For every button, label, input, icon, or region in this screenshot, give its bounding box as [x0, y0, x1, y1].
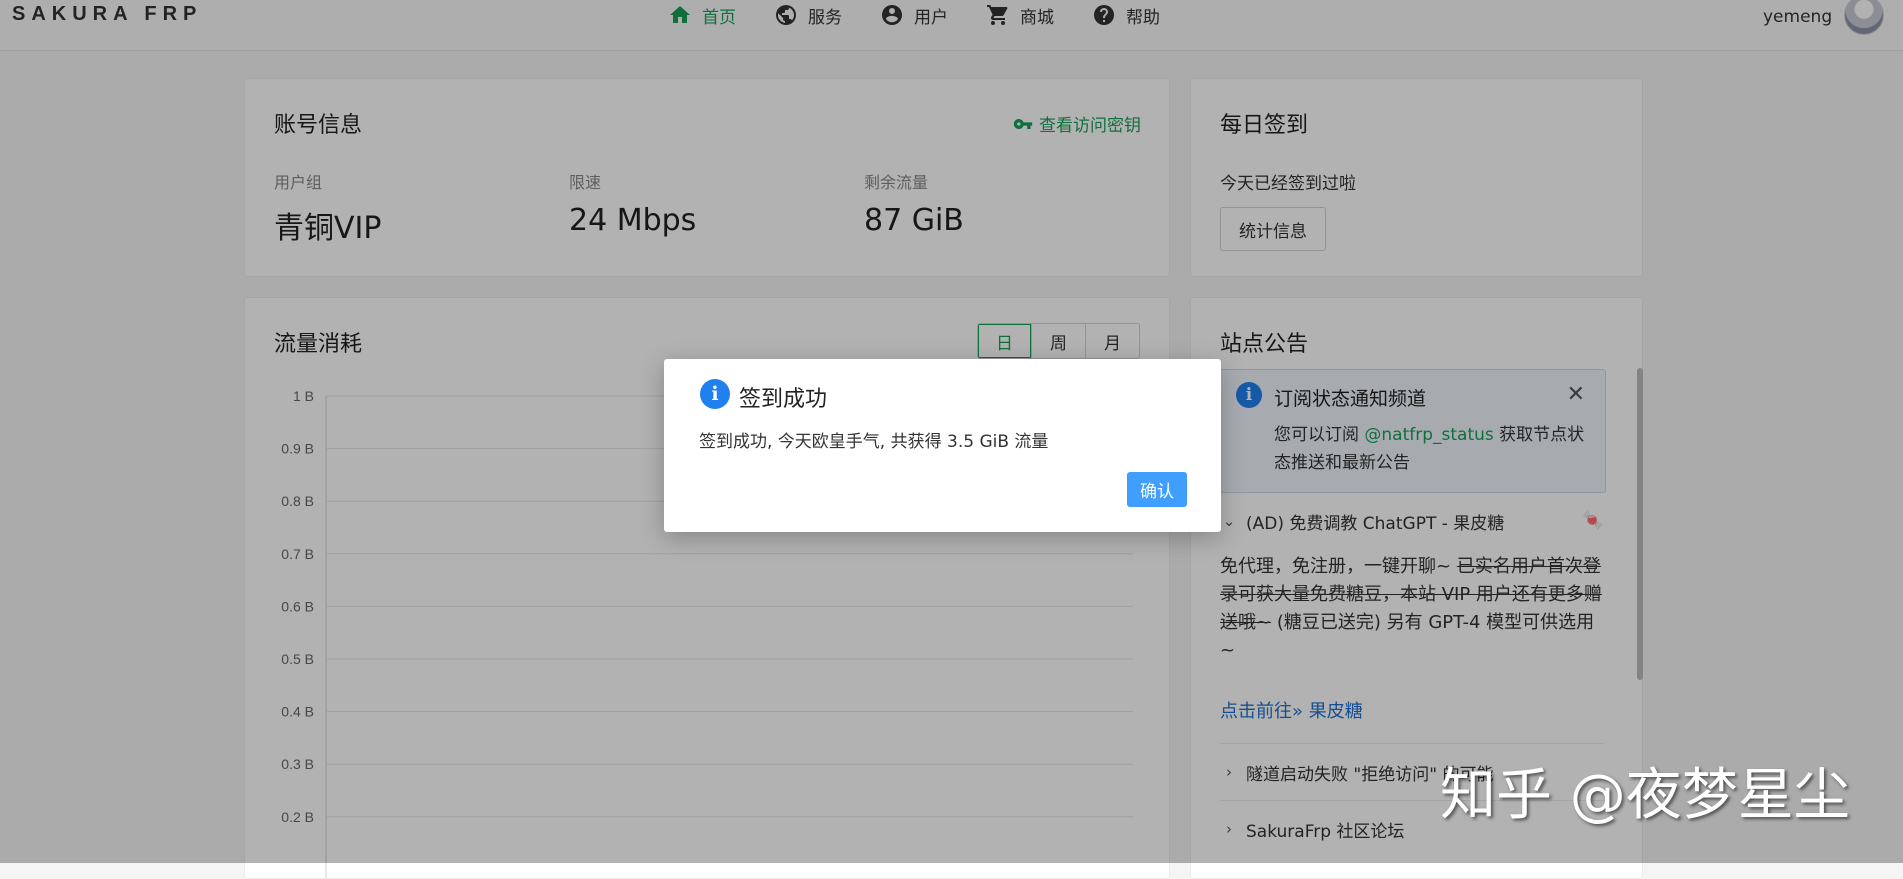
watermark: 知乎 @夜梦星尘	[1440, 763, 1850, 828]
info-icon: i	[700, 379, 730, 409]
confirm-button[interactable]: 确认	[1127, 472, 1187, 507]
dialog-message: 签到成功, 今天欧皇手气, 共获得 3.5 GiB 流量	[699, 432, 1049, 452]
dialog-title: 签到成功	[739, 387, 828, 412]
checkin-success-dialog: i 签到成功 签到成功, 今天欧皇手气, 共获得 3.5 GiB 流量 确认	[664, 359, 1221, 532]
